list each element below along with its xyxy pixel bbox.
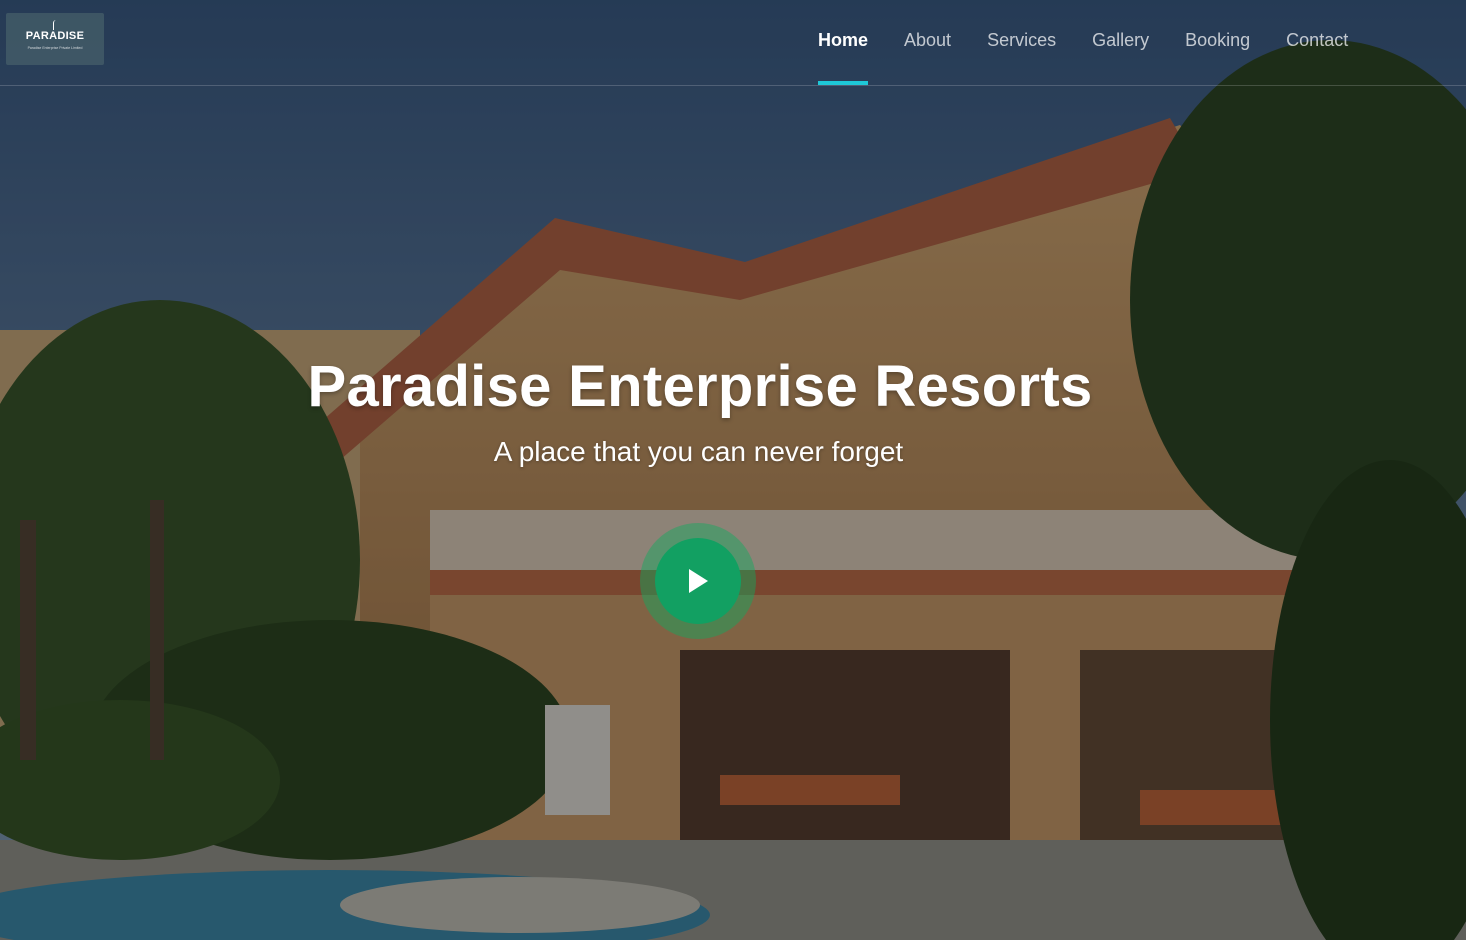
logo-name: PARADISE <box>25 30 85 42</box>
play-icon <box>689 569 708 593</box>
dark-overlay <box>0 0 1466 940</box>
hero-section: PARADISE Paradise Enterprise Private Lim… <box>0 0 1466 940</box>
site-logo[interactable]: PARADISE Paradise Enterprise Private Lim… <box>6 13 104 65</box>
main-nav: Home About Services Gallery Booking Cont… <box>800 0 1366 85</box>
nav-item-home[interactable]: Home <box>800 0 886 85</box>
navbar: PARADISE Paradise Enterprise Private Lim… <box>0 0 1466 86</box>
nav-item-gallery[interactable]: Gallery <box>1074 0 1167 85</box>
hero-title: Paradise Enterprise Resorts <box>307 354 1093 419</box>
hero-subtitle: A place that you can never forget <box>493 436 904 467</box>
nav-item-booking[interactable]: Booking <box>1167 0 1268 85</box>
play-video-button[interactable] <box>655 538 741 624</box>
nav-item-about[interactable]: About <box>886 0 969 85</box>
nav-item-contact[interactable]: Contact <box>1268 0 1366 85</box>
logo-tagline: Paradise Enterprise Private Limited <box>27 46 83 50</box>
nav-item-services[interactable]: Services <box>969 0 1074 85</box>
logo-mark-icon <box>53 20 57 30</box>
